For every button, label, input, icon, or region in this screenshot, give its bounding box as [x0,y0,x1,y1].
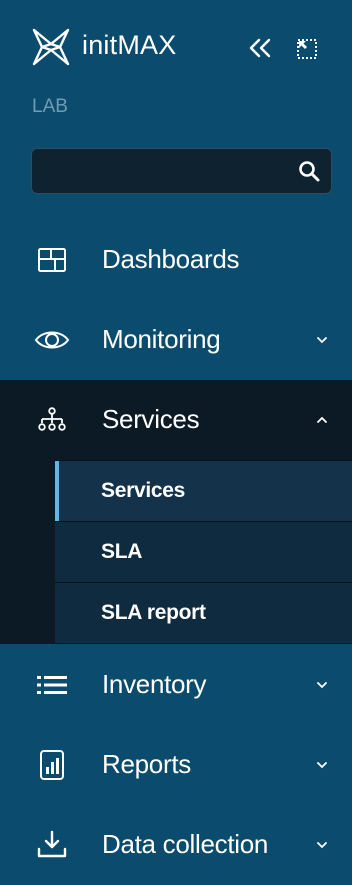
brand-name[interactable]: initMAX [82,30,176,61]
eye-icon [34,331,70,349]
search-input[interactable] [31,148,332,194]
chevron-down-icon [317,682,327,689]
submenu-label-sla-report: SLA report [101,601,206,624]
server-name: LAB [32,96,68,117]
kiosk-mode-icon[interactable] [296,38,318,60]
menu-label-data-collection: Data collection [102,829,269,859]
submenu-item-services[interactable]: Services [55,460,352,521]
download-icon [37,830,67,858]
chevron-down-icon [317,842,327,849]
menu-item-reports[interactable]: Reports [0,725,352,805]
menu-label-inventory: Inventory [102,669,207,699]
initmax-logo-icon[interactable] [30,26,72,68]
sidebar-header: initMAX LAB [0,0,352,140]
chevron-down-icon [317,337,327,344]
submenu-item-sla[interactable]: SLA [55,521,352,582]
report-icon [40,750,64,780]
menu-item-services[interactable]: Services [0,380,352,460]
menu-item-inventory[interactable]: Inventory [0,645,352,725]
menu-label-reports: Reports [102,749,191,779]
list-icon [37,676,67,694]
chevron-up-icon [317,416,327,423]
services-submenu: Services SLA SLA report [55,460,352,643]
menu-item-monitoring[interactable]: Monitoring [0,300,352,380]
dashboard-icon [38,248,66,272]
menu-label-services: Services [102,404,200,434]
search-icon[interactable] [297,159,321,183]
menu-group-services: Services Services SLA SLA report [0,380,352,644]
menu-label-monitoring: Monitoring [102,324,221,354]
menu-item-dashboards[interactable]: Dashboards [0,220,352,300]
service-tree-icon [38,407,66,431]
chevron-down-icon [317,762,327,769]
submenu-label-sla: SLA [101,540,143,563]
menu-item-data-collection[interactable]: Data collection [0,805,352,885]
submenu-item-sla-report[interactable]: SLA report [55,582,352,643]
menu-label-dashboards: Dashboards [102,244,240,274]
collapse-sidebar-icon[interactable] [246,36,274,60]
submenu-label-services: Services [101,479,186,502]
